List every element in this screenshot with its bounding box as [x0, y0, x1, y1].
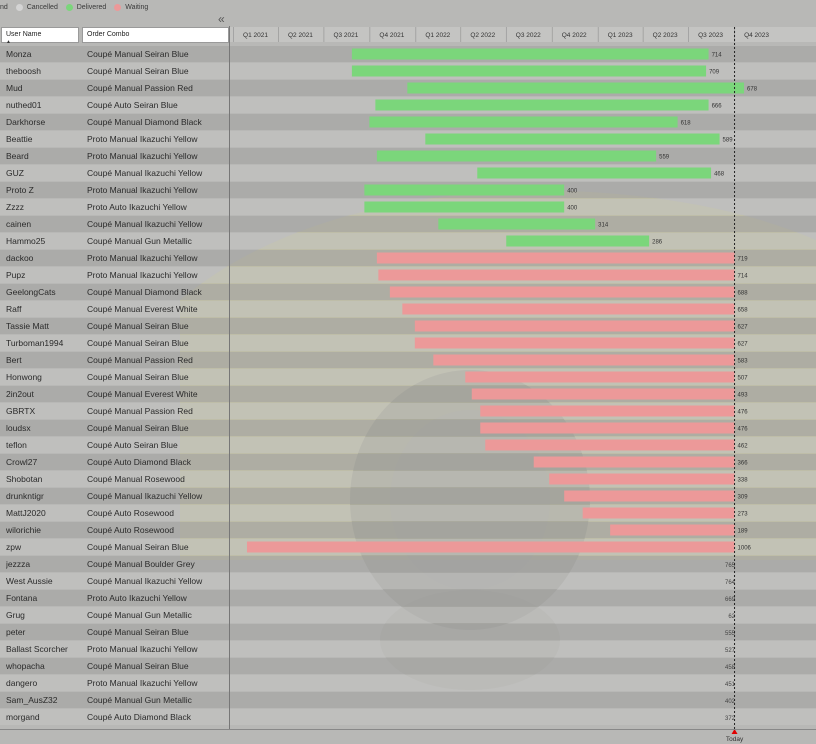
- gantt-bar-delivered[interactable]: [477, 167, 712, 179]
- bar-data-label: 309: [738, 495, 749, 501]
- bar-data-label: 678: [747, 87, 758, 93]
- gantt-bar-waiting[interactable]: [485, 439, 735, 451]
- gantt-bar-delivered[interactable]: [506, 235, 650, 247]
- bar-data-label: 627: [738, 342, 749, 348]
- gantt-bar-waiting[interactable]: [480, 405, 735, 417]
- bar-data-label: 338: [738, 478, 749, 484]
- gantt-bar-waiting[interactable]: [480, 422, 735, 434]
- today-marker-label: Today: [726, 736, 744, 743]
- bar-data-label: 400: [567, 189, 578, 195]
- bar-data-label: 189: [738, 529, 749, 535]
- bar-data-label: 714: [738, 274, 749, 280]
- x-tick-label: Q2 2021: [288, 32, 313, 39]
- bar-data-label: 688: [738, 291, 749, 297]
- bar-data-label: 583: [738, 359, 749, 365]
- bar-data-label: 666: [712, 104, 723, 110]
- bar-data-label: 559: [659, 155, 670, 161]
- gantt-bar-delivered[interactable]: [375, 99, 709, 111]
- bar-data-label: 314: [598, 223, 609, 229]
- bar-data-label: 658: [738, 308, 749, 314]
- bar-data-label: 714: [712, 53, 723, 59]
- gantt-bar-waiting[interactable]: [465, 371, 735, 383]
- x-tick-label: Q4 2023: [744, 32, 769, 39]
- x-tick-label: Q2 2023: [653, 32, 678, 39]
- table-chart-divider: [229, 26, 230, 730]
- x-tick-label: Q1 2021: [243, 32, 268, 39]
- bar-data-label: 1006: [738, 546, 752, 552]
- gantt-bar-waiting[interactable]: [376, 252, 735, 264]
- gantt-bar-delivered[interactable]: [407, 82, 745, 94]
- gantt-bar-waiting[interactable]: [610, 524, 735, 536]
- x-tick-label: Q4 2021: [379, 32, 404, 39]
- bar-data-label: 507: [738, 376, 749, 382]
- gantt-bar-waiting[interactable]: [402, 303, 735, 315]
- bar-data-label: 719: [738, 257, 749, 263]
- x-tick-label: Q4 2022: [562, 32, 587, 39]
- bar-data-label: 286: [652, 240, 663, 246]
- gantt-bar-delivered[interactable]: [376, 150, 657, 162]
- bar-data-label: 400: [567, 206, 578, 212]
- bar-data-label: 366: [738, 461, 749, 467]
- gantt-bar-waiting[interactable]: [471, 388, 735, 400]
- gantt-bar-waiting[interactable]: [414, 320, 735, 332]
- x-tick-label: Q1 2022: [425, 32, 450, 39]
- gantt-bar-delivered[interactable]: [438, 218, 596, 230]
- x-tick-label: Q2 2022: [470, 32, 495, 39]
- gantt-bar-delivered[interactable]: [364, 184, 565, 196]
- gantt-bar-delivered[interactable]: [351, 48, 709, 60]
- gantt-bar-waiting[interactable]: [582, 507, 735, 519]
- gantt-bar-delivered[interactable]: [364, 201, 565, 213]
- gantt-bar-waiting[interactable]: [549, 473, 735, 485]
- bar-data-label: 273: [738, 512, 749, 518]
- bar-data-label: 493: [738, 393, 749, 399]
- bar-data-label: 618: [681, 121, 692, 127]
- x-tick-label: Q3 2023: [698, 32, 723, 39]
- gantt-bar-delivered[interactable]: [369, 116, 678, 128]
- x-tick-label: Q3 2021: [333, 32, 358, 39]
- bar-data-label: 589: [723, 138, 734, 144]
- gantt-bar-waiting[interactable]: [414, 337, 735, 349]
- gantt-bar-delivered[interactable]: [351, 65, 707, 77]
- gantt-bar-waiting[interactable]: [533, 456, 735, 468]
- bar-data-label: 462: [738, 444, 749, 450]
- gantt-chart: Q1 2021 Q2 2021 Q3 2021 Q4 2021 Q1 2022 Q2 20…: [230, 27, 816, 743]
- gantt-bar-waiting[interactable]: [433, 354, 735, 366]
- gantt-bar-waiting[interactable]: [389, 286, 735, 298]
- bottom-border: [0, 729, 816, 730]
- bar-data-label: 476: [738, 427, 749, 433]
- gantt-bar-delivered[interactable]: [425, 133, 720, 145]
- gantt-bar-waiting[interactable]: [378, 269, 735, 281]
- bar-data-label: 468: [714, 172, 725, 178]
- x-tick-label: Q1 2023: [608, 32, 633, 39]
- bar-data-label: 476: [738, 410, 749, 416]
- gantt-bar-waiting[interactable]: [564, 490, 735, 502]
- bar-data-label: 627: [738, 325, 749, 331]
- x-tick-label: Q3 2022: [516, 32, 541, 39]
- bar-data-label: 709: [709, 70, 720, 76]
- gantt-bar-waiting[interactable]: [246, 541, 735, 553]
